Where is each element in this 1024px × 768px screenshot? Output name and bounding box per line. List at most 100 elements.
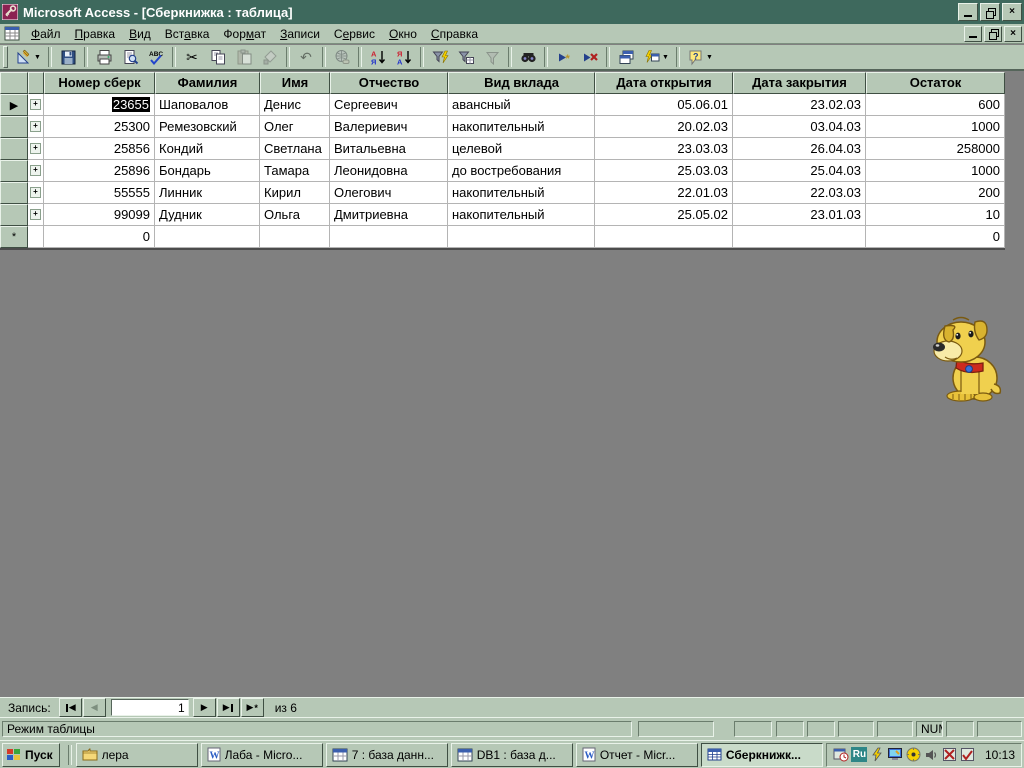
close-button[interactable]: × (1002, 3, 1022, 21)
cell-mid[interactable]: Леонидовна (330, 160, 448, 182)
cell-bal[interactable]: 600 (866, 94, 1005, 116)
expand-column-header[interactable] (28, 72, 44, 94)
cell-first[interactable] (260, 226, 330, 248)
cell-bal[interactable]: 1000 (866, 116, 1005, 138)
cell-num[interactable]: 99099 (44, 204, 155, 226)
menu-item-записи[interactable]: Записи (273, 25, 327, 43)
row-selector[interactable] (0, 182, 28, 204)
cell-num[interactable]: 25856 (44, 138, 155, 160)
menu-item-окно[interactable]: Окно (382, 25, 424, 43)
restore-button[interactable] (980, 3, 1000, 21)
cell-type[interactable]: авансный (448, 94, 595, 116)
cell-type[interactable] (448, 226, 595, 248)
cell-close[interactable]: 23.01.03 (733, 204, 866, 226)
cell-type[interactable]: накопительный (448, 182, 595, 204)
taskbar-item[interactable]: W Лаба - Micro... (200, 742, 323, 767)
taskbar-item[interactable]: DB1 : база д... (450, 742, 573, 767)
spelling-button[interactable]: ABC (144, 46, 168, 68)
new-record-button[interactable]: * (552, 46, 576, 68)
cell-close[interactable] (733, 226, 866, 248)
undo-button[interactable]: ↶ (294, 46, 318, 68)
office-assistant-dog[interactable] (931, 314, 1003, 404)
cell-last[interactable]: Бондарь (155, 160, 260, 182)
cell-type[interactable]: накопительный (448, 204, 595, 226)
expand-record-toggle[interactable]: + (28, 138, 44, 160)
cell-bal[interactable]: 258000 (866, 138, 1005, 160)
minimize-button[interactable] (958, 3, 978, 21)
cell-last[interactable]: Шаповалов (155, 94, 260, 116)
lang-indicator[interactable]: Ru (851, 747, 868, 763)
cell-open[interactable]: 23.03.03 (595, 138, 733, 160)
column-header-bal[interactable]: Остаток (866, 72, 1005, 94)
cell-open[interactable]: 20.02.03 (595, 116, 733, 138)
paste-button[interactable] (232, 46, 256, 68)
menu-item-вид[interactable]: Вид (122, 25, 158, 43)
display-icon[interactable] (887, 747, 904, 763)
column-header-last[interactable]: Фамилия (155, 72, 260, 94)
cell-num[interactable]: 25300 (44, 116, 155, 138)
cell-last[interactable]: Дудник (155, 204, 260, 226)
column-header-first[interactable]: Имя (260, 72, 330, 94)
row-selector[interactable] (0, 160, 28, 182)
column-header-type[interactable]: Вид вклада (448, 72, 595, 94)
filter-by-selection-button[interactable] (428, 46, 452, 68)
cell-type[interactable]: до востребования (448, 160, 595, 182)
sort-ascending-button[interactable]: АЯ (366, 46, 390, 68)
cell-open[interactable]: 05.06.01 (595, 94, 733, 116)
row-selector[interactable]: ▶ (0, 94, 28, 116)
copy-button[interactable] (206, 46, 230, 68)
volume-icon[interactable] (905, 747, 922, 763)
cell-first[interactable]: Ольга (260, 204, 330, 226)
cell-first[interactable]: Кирил (260, 182, 330, 204)
first-record-button[interactable]: ◀ (58, 698, 82, 717)
expand-record-toggle[interactable]: + (28, 204, 44, 226)
cell-close[interactable]: 23.02.03 (733, 94, 866, 116)
speaker-icon[interactable] (923, 747, 940, 763)
toolbar-grip[interactable] (3, 46, 8, 68)
menu-item-вставка[interactable]: Вставка (158, 25, 217, 43)
cell-num[interactable]: 55555 (44, 182, 155, 204)
delete-record-button[interactable] (578, 46, 602, 68)
cell-first[interactable]: Тамара (260, 160, 330, 182)
cell-open[interactable] (595, 226, 733, 248)
filter-by-form-button[interactable] (454, 46, 478, 68)
next-record-button[interactable]: ▶ (192, 698, 216, 717)
cell-last[interactable] (155, 226, 260, 248)
child-close-button[interactable]: × (1004, 25, 1022, 42)
cell-type[interactable]: целевой (448, 138, 595, 160)
cell-num[interactable]: 25896 (44, 160, 155, 182)
row-selector[interactable] (0, 204, 28, 226)
cell-mid[interactable] (330, 226, 448, 248)
new-object-button[interactable]: ▼ (640, 46, 672, 68)
column-header-open[interactable]: Дата открытия (595, 72, 733, 94)
menu-item-сервис[interactable]: Сервис (327, 25, 382, 43)
cell-open[interactable]: 25.03.03 (595, 160, 733, 182)
scheduler-icon[interactable] (833, 747, 850, 763)
cell-mid[interactable]: Витальевна (330, 138, 448, 160)
mail-check-icon[interactable] (959, 747, 976, 763)
taskbar-item[interactable]: W Отчет - Micr... (575, 742, 698, 767)
cell-close[interactable]: 03.04.03 (733, 116, 866, 138)
flash-icon[interactable] (869, 747, 886, 763)
sort-descending-button[interactable]: ЯА (392, 46, 416, 68)
cell-mid[interactable]: Олегович (330, 182, 448, 204)
save-button[interactable] (56, 46, 80, 68)
previous-record-button[interactable]: ◀ (82, 698, 106, 717)
cell-first[interactable]: Олег (260, 116, 330, 138)
child-minimize-button[interactable] (964, 25, 982, 42)
cell-open[interactable]: 25.05.02 (595, 204, 733, 226)
cell-first[interactable]: Светлана (260, 138, 330, 160)
record-number-input[interactable] (110, 699, 189, 716)
last-record-button[interactable]: ▶ (216, 698, 240, 717)
new-record-nav-button[interactable]: ▶ * (240, 698, 264, 717)
column-header-close[interactable]: Дата закрытия (733, 72, 866, 94)
insert-hyperlink-button[interactable] (330, 46, 354, 68)
apply-filter-button[interactable] (480, 46, 504, 68)
view-button[interactable]: ▼ (12, 46, 44, 68)
print-preview-button[interactable] (118, 46, 142, 68)
menu-item-справка[interactable]: Справка (424, 25, 485, 43)
cell-num[interactable]: 0 (44, 226, 155, 248)
cell-last[interactable]: Линник (155, 182, 260, 204)
cell-mid[interactable]: Валериевич (330, 116, 448, 138)
help-button[interactable]: ? ▼ (684, 46, 716, 68)
